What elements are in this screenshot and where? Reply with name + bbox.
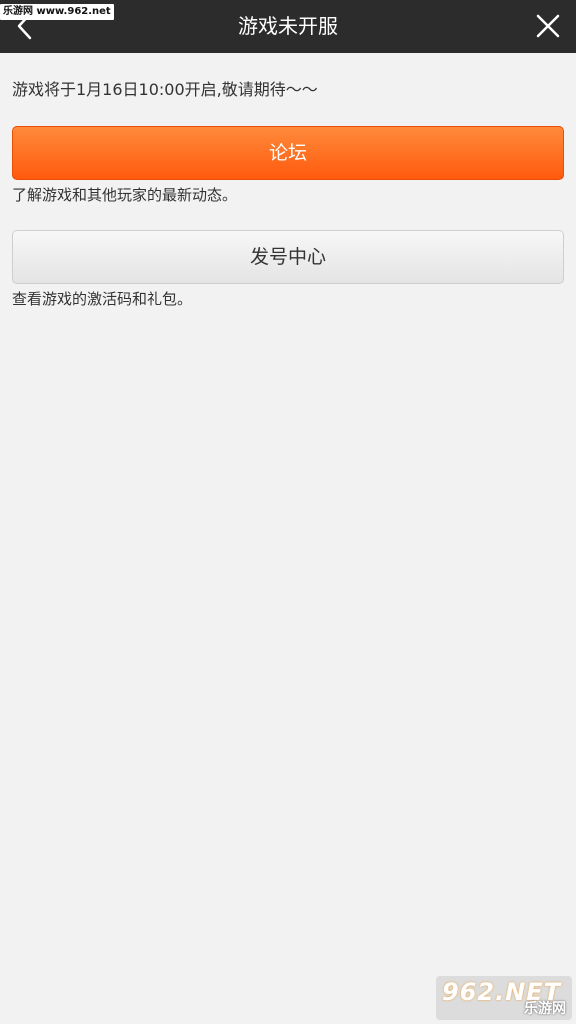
watermark-small-text: 乐游网 — [524, 1001, 566, 1017]
open-notice: 游戏将于1月16日10:00开启,敬请期待～～ — [12, 80, 318, 99]
watermark-bottom: 962.NET 乐游网 — [436, 976, 572, 1020]
watermark-top: 乐游网 www.962.net — [0, 4, 114, 20]
forum-description: 了解游戏和其他玩家的最新动态。 — [12, 186, 238, 204]
close-button[interactable] — [530, 8, 566, 44]
page: 游戏未开服 乐游网 www.962.net 游戏将于1月16日10:00开启,敬… — [0, 0, 576, 1024]
code-center-button[interactable]: 发号中心 — [12, 230, 564, 284]
close-icon — [536, 14, 560, 38]
forum-button[interactable]: 论坛 — [12, 126, 564, 180]
header-bar: 游戏未开服 乐游网 www.962.net — [0, 0, 576, 53]
code-center-description: 查看游戏的激活码和礼包。 — [12, 290, 193, 308]
main-content: 游戏将于1月16日10:00开启,敬请期待～～ 论坛 了解游戏和其他玩家的最新动… — [12, 53, 564, 310]
